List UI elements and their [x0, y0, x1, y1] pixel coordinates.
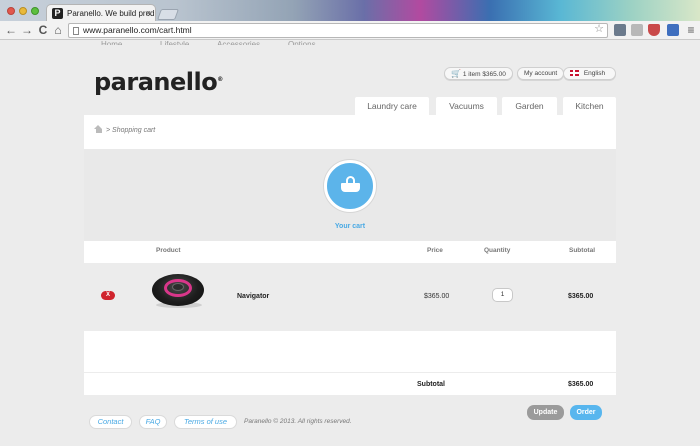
- remove-item-button[interactable]: X: [101, 291, 115, 300]
- order-button[interactable]: Order: [570, 405, 602, 420]
- top-nav-link[interactable]: Home: [101, 40, 122, 45]
- favicon-icon: P: [52, 8, 63, 19]
- address-bar[interactable]: www.paranello.com/cart.html ☆: [68, 23, 608, 38]
- cart-item-row: X Navigator $365.00 1 $365.00: [84, 263, 616, 331]
- category-tab-kitchen[interactable]: Kitchen: [563, 97, 616, 117]
- top-nav-link[interactable]: Options: [288, 40, 316, 45]
- browser-toolbar: ← → C ⌂ www.paranello.com/cart.html ☆ ≡: [0, 21, 700, 40]
- cart-hero: Your cart: [84, 149, 616, 241]
- category-tab-laundry-care[interactable]: Laundry care: [355, 97, 429, 117]
- new-tab-button[interactable]: [156, 9, 180, 20]
- breadcrumb-current: Shopping cart: [112, 127, 156, 134]
- site-logo[interactable]: paranello®: [94, 68, 223, 96]
- web-page: Home Lifestyle Accessories Options paran…: [0, 40, 700, 446]
- product-price: $365.00: [424, 293, 450, 300]
- cart-summary-text: 1 item $365.00: [462, 71, 506, 78]
- row-divider: [84, 372, 616, 373]
- page-icon: [73, 27, 79, 35]
- tab-close-icon[interactable]: ×: [146, 5, 151, 22]
- breadcrumb: > Shopping cart: [94, 125, 155, 134]
- column-header-product: Product: [156, 247, 181, 254]
- shield-extension-icon[interactable]: [648, 24, 660, 36]
- basket-icon: [341, 176, 360, 194]
- product-image[interactable]: [152, 272, 204, 310]
- copyright-text: Paranello © 2013. All rights reserved.: [244, 418, 352, 425]
- cart-icon: 🛒: [451, 69, 461, 78]
- cart-badge: [324, 160, 376, 212]
- breadcrumb-home-icon[interactable]: [94, 125, 103, 133]
- category-tab-garden[interactable]: Garden: [502, 97, 557, 117]
- top-nav-link[interactable]: Lifestyle: [160, 40, 189, 45]
- top-nav-link[interactable]: Accessories: [217, 40, 260, 45]
- registered-mark: ®: [217, 76, 223, 83]
- footer-link-terms[interactable]: Terms of use: [174, 415, 237, 429]
- my-account-button[interactable]: My account: [517, 67, 565, 80]
- language-label: English: [583, 70, 606, 77]
- uk-flag-icon: [570, 70, 579, 76]
- quantity-input[interactable]: 1: [492, 288, 513, 302]
- reload-icon[interactable]: C: [36, 22, 50, 38]
- cart-panel: > Shopping cart Your cart Product Price …: [84, 115, 616, 420]
- extension-icon[interactable]: [614, 24, 626, 36]
- product-name[interactable]: Navigator: [237, 293, 269, 300]
- my-account-label: My account: [524, 70, 558, 77]
- zoom-window-button[interactable]: [31, 7, 39, 15]
- tab-title: Paranello. We build produ: [67, 9, 156, 18]
- bookmark-extension-icon[interactable]: [667, 24, 679, 36]
- subtotal-label: Subtotal: [417, 381, 445, 388]
- url-text: www.paranello.com/cart.html: [83, 25, 192, 35]
- back-arrow-icon[interactable]: ←: [4, 22, 18, 38]
- minimize-window-button[interactable]: [19, 7, 27, 15]
- column-header-subtotal: Subtotal: [569, 247, 595, 254]
- logo-text: paranello: [94, 68, 218, 96]
- home-icon[interactable]: ⌂: [51, 22, 65, 38]
- row-subtotal: $365.00: [568, 293, 594, 300]
- menu-icon[interactable]: ≡: [684, 22, 698, 38]
- column-header-quantity: Quantity: [484, 247, 511, 254]
- subtotal-value: $365.00: [568, 381, 594, 388]
- close-window-button[interactable]: [7, 7, 15, 15]
- breadcrumb-separator: >: [106, 127, 111, 134]
- category-tab-vacuums[interactable]: Vacuums: [436, 97, 497, 117]
- cart-summary-button[interactable]: 🛒 1 item $365.00: [444, 67, 513, 80]
- column-header-price: Price: [427, 247, 443, 254]
- footer-link-faq[interactable]: FAQ: [139, 415, 167, 429]
- update-button[interactable]: Update: [527, 405, 564, 420]
- your-cart-label: Your cart: [334, 223, 366, 230]
- extension-icon[interactable]: [631, 24, 643, 36]
- footer-link-contact[interactable]: Contact: [89, 415, 132, 429]
- forward-arrow-icon[interactable]: →: [20, 22, 34, 38]
- bookmark-star-icon[interactable]: ☆: [594, 23, 604, 36]
- language-selector[interactable]: English: [563, 67, 616, 80]
- browser-titlebar: P Paranello. We build produ ×: [0, 0, 700, 22]
- browser-tab[interactable]: P Paranello. We build produ ×: [46, 4, 156, 22]
